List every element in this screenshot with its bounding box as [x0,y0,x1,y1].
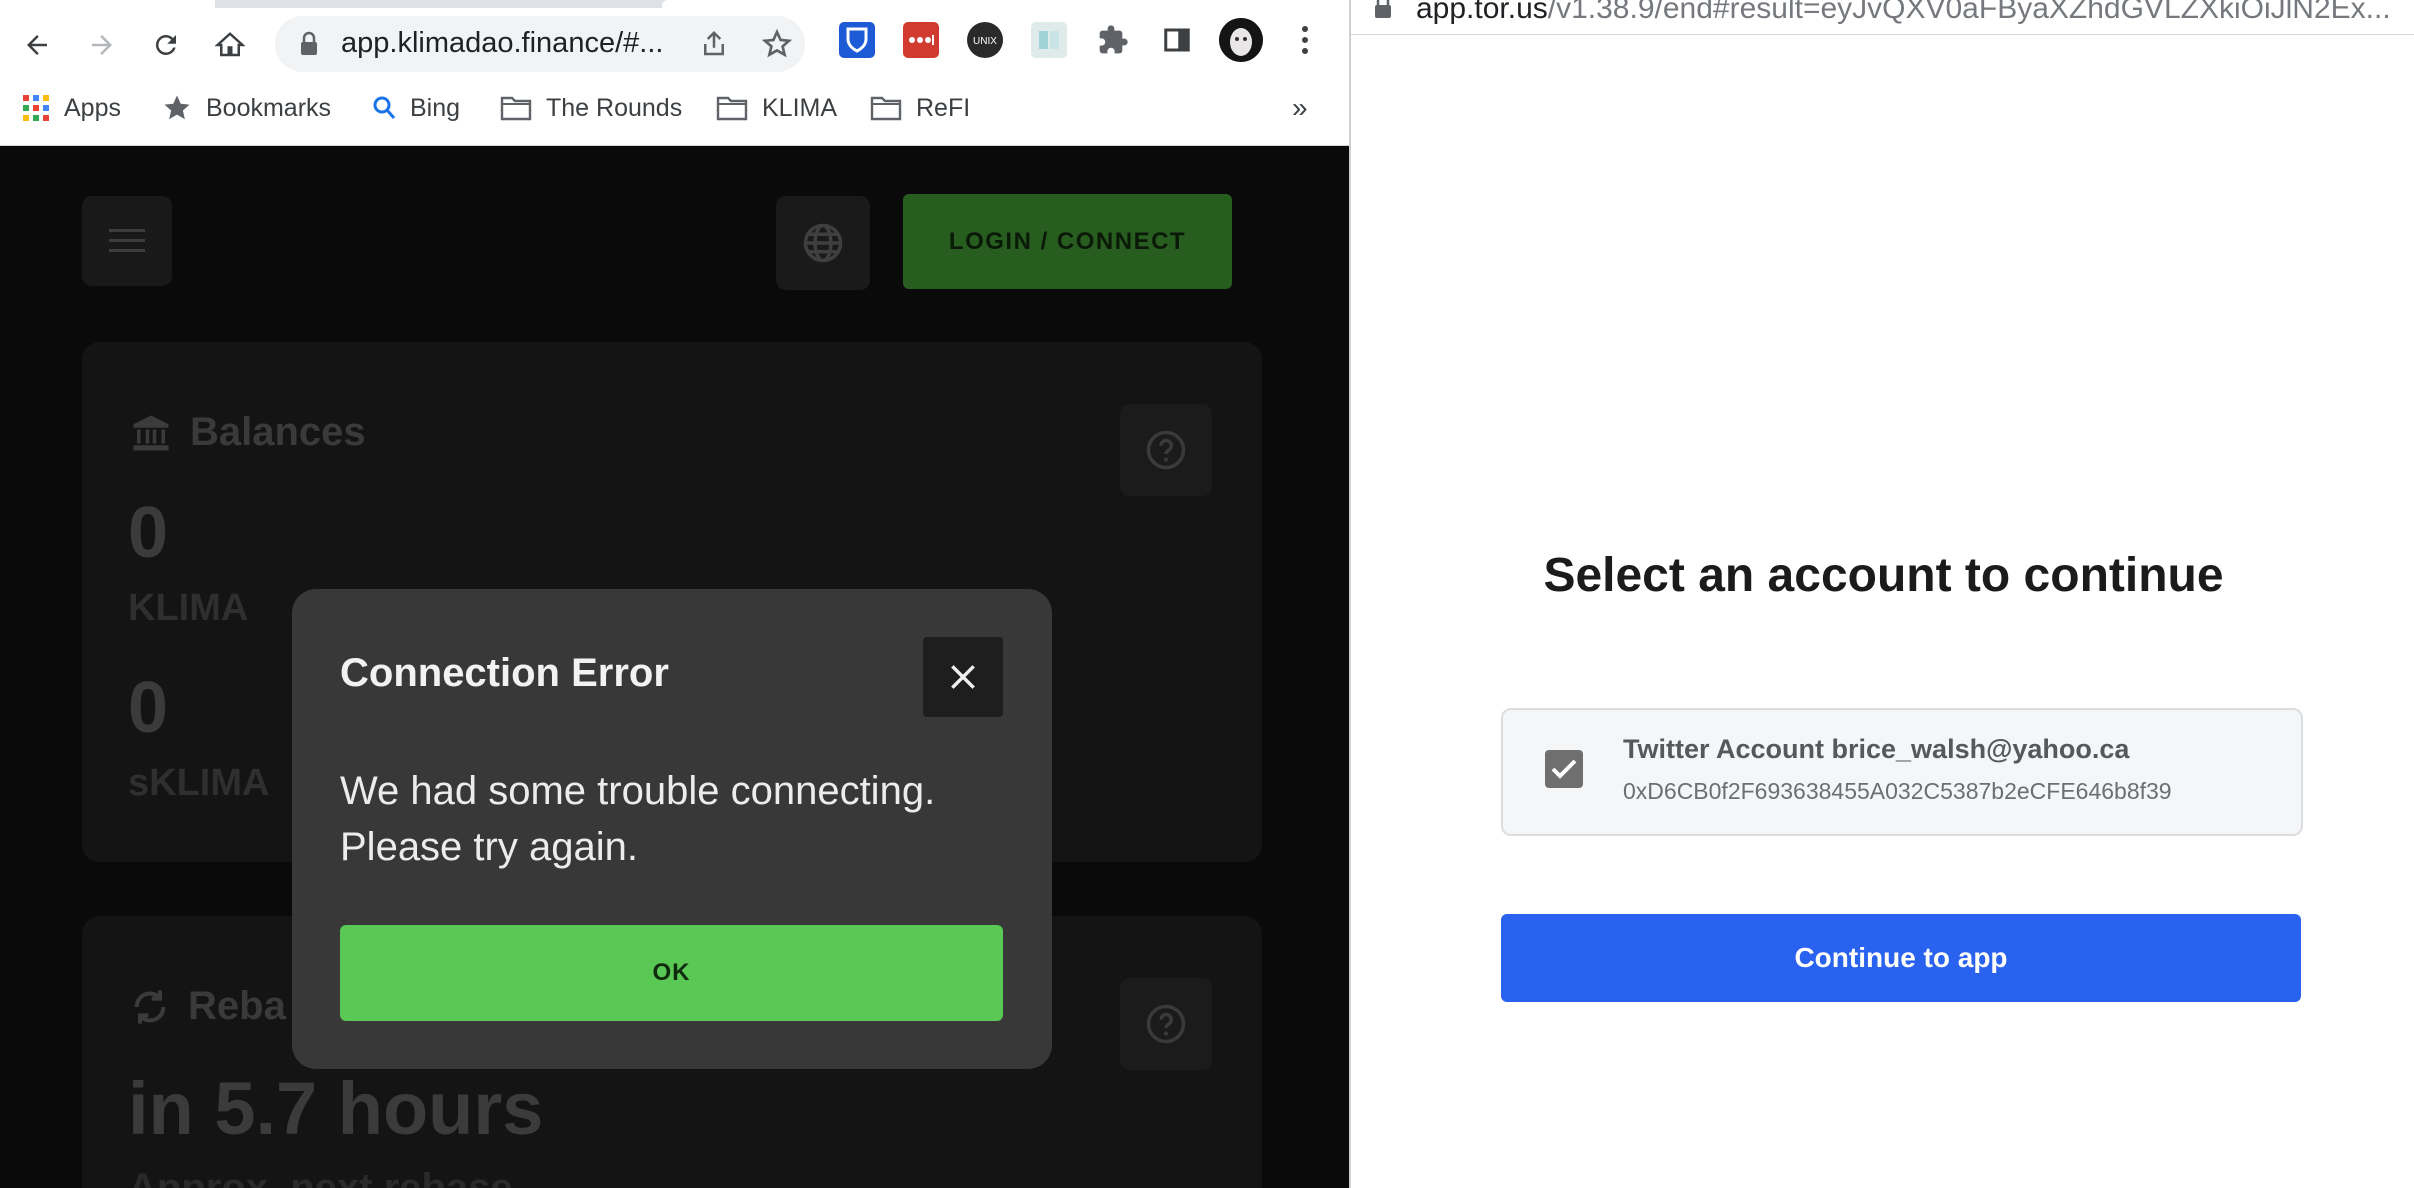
browser-chrome: app.klimadao.finance/#... UNIX Apps Book… [0,0,1349,146]
bookmark-bookmarks[interactable]: Bookmarks [162,90,331,126]
bookmark-label: Bing [410,93,461,122]
klima-balance-unit: KLIMA [128,587,249,629]
balances-title: Balances [190,410,366,454]
folder-icon [500,96,532,121]
dialog-title: Connection Error [340,651,669,695]
bookmark-the-rounds[interactable]: The Rounds [500,90,682,126]
connection-error-dialog: Connection Error We had some trouble con… [292,589,1052,1069]
dialog-message: We had some trouble connecting. Please t… [340,769,936,869]
bookmark-refi[interactable]: ReFI [870,90,970,126]
bookmark-bing[interactable]: Bing [372,90,460,126]
rebase-title: Reba [188,984,286,1028]
dots-icon [909,35,934,45]
bookmark-label: Apps [64,93,121,122]
star-bookmark-icon[interactable] [761,28,793,60]
folder-icon [716,96,748,121]
lock-icon [1375,0,1391,18]
forward-button[interactable] [77,20,127,70]
rebase-help-button[interactable] [1120,978,1212,1070]
menu-button[interactable] [82,196,172,286]
shield-icon [846,27,868,53]
tab-strip [0,0,1349,8]
extensions-button[interactable] [1095,22,1131,58]
bookmark-label: Bookmarks [206,93,332,122]
puzzle-icon [1099,25,1128,54]
rebase-header: Reba [130,984,286,1029]
help-icon [1146,1004,1186,1044]
close-icon [951,665,975,689]
address-bar[interactable]: app.klimadao.finance/#... [275,16,805,72]
ok-button[interactable]: OK [340,925,1003,1021]
bank-icon [133,415,169,450]
reload-button[interactable] [141,20,191,70]
arrow-right-icon [92,35,112,55]
url-text: app.klimadao.finance/#... [341,27,664,59]
torus-window: app.tor.us/v1.38.9/end#result=eyJvQXV0aF… [1349,0,2414,1188]
rebase-time: in 5.7 hours [128,1067,544,1150]
book-icon [1039,31,1059,49]
help-icon [1146,430,1186,470]
torus-url: app.tor.us/v1.38.9/end#result=eyJvQXV0aF… [1416,0,2391,26]
dialog-close-button[interactable] [923,637,1003,717]
arrow-left-icon [27,35,47,55]
lock-icon [301,31,317,55]
balances-help-button[interactable] [1120,404,1212,496]
refresh-icon [134,989,166,1024]
search-icon [373,96,396,119]
account-name: Twitter Account brice_walsh@yahoo.ca [1623,734,2130,764]
side-panel-icon [1164,28,1190,52]
bitwarden-extension-button[interactable] [839,22,875,58]
globe-icon [803,223,843,263]
bookmark-apps[interactable]: Apps [22,90,121,126]
folder-icon [870,96,902,121]
share-icon[interactable] [699,28,729,60]
balances-header: Balances [130,410,366,455]
avatar-icon [1219,18,1263,62]
home-icon [215,32,245,57]
select-account-title: Select an account to continue [1543,549,2224,602]
bookmark-klima[interactable]: KLIMA [716,90,837,126]
reader-extension-button[interactable] [1031,22,1067,58]
kebab-menu-icon [1302,26,1308,54]
torus-url-path: /v1.38.9/end#result=eyJvQXV0aFByaXZhdGVL… [1547,0,2391,25]
continue-to-app-button[interactable]: Continue to app [1501,914,2301,1002]
unix-extension-button[interactable]: UNIX [967,22,1003,58]
profile-avatar[interactable] [1219,18,1263,62]
browser-menu-button[interactable] [1287,22,1323,58]
klima-balance-value: 0 [128,493,169,573]
home-button[interactable] [205,20,255,70]
back-button[interactable] [12,20,62,70]
bookmark-label: The Rounds [546,93,683,122]
unix-icon: UNIX [973,36,997,47]
rebase-subtitle: Approx. next rebase [128,1166,513,1188]
sklima-balance-unit: sKLIMA [128,762,270,804]
language-button[interactable] [776,196,870,290]
bookmark-label: ReFI [916,93,971,122]
hamburger-icon [109,229,145,252]
login-connect-button[interactable]: LOGIN / CONNECT [903,194,1232,289]
account-checkbox[interactable] [1545,750,1583,788]
bookmarks-overflow-button[interactable]: » [1292,90,1308,126]
sklima-balance-value: 0 [128,668,169,748]
reload-icon [155,34,176,55]
checkmark-icon [1551,759,1577,779]
apps-grid-icon [23,95,49,121]
lastpass-extension-button[interactable] [903,22,939,58]
torus-url-host: app.tor.us [1416,0,1548,25]
account-option[interactable]: Twitter Account brice_walsh@yahoo.ca 0xD… [1501,708,2303,836]
star-icon [164,95,190,120]
svg-text:UNIX: UNIX [973,36,997,47]
bookmark-label: KLIMA [762,93,838,122]
klimadao-window: app.klimadao.finance/#... UNIX Apps Book… [0,0,1349,1188]
side-panel-button[interactable] [1159,22,1195,58]
account-address: 0xD6CB0f2F693638455A032C5387b2eCFE646b8f… [1623,778,2172,804]
torus-address-bar[interactable]: app.tor.us/v1.38.9/end#result=eyJvQXV0aF… [1351,0,2414,35]
